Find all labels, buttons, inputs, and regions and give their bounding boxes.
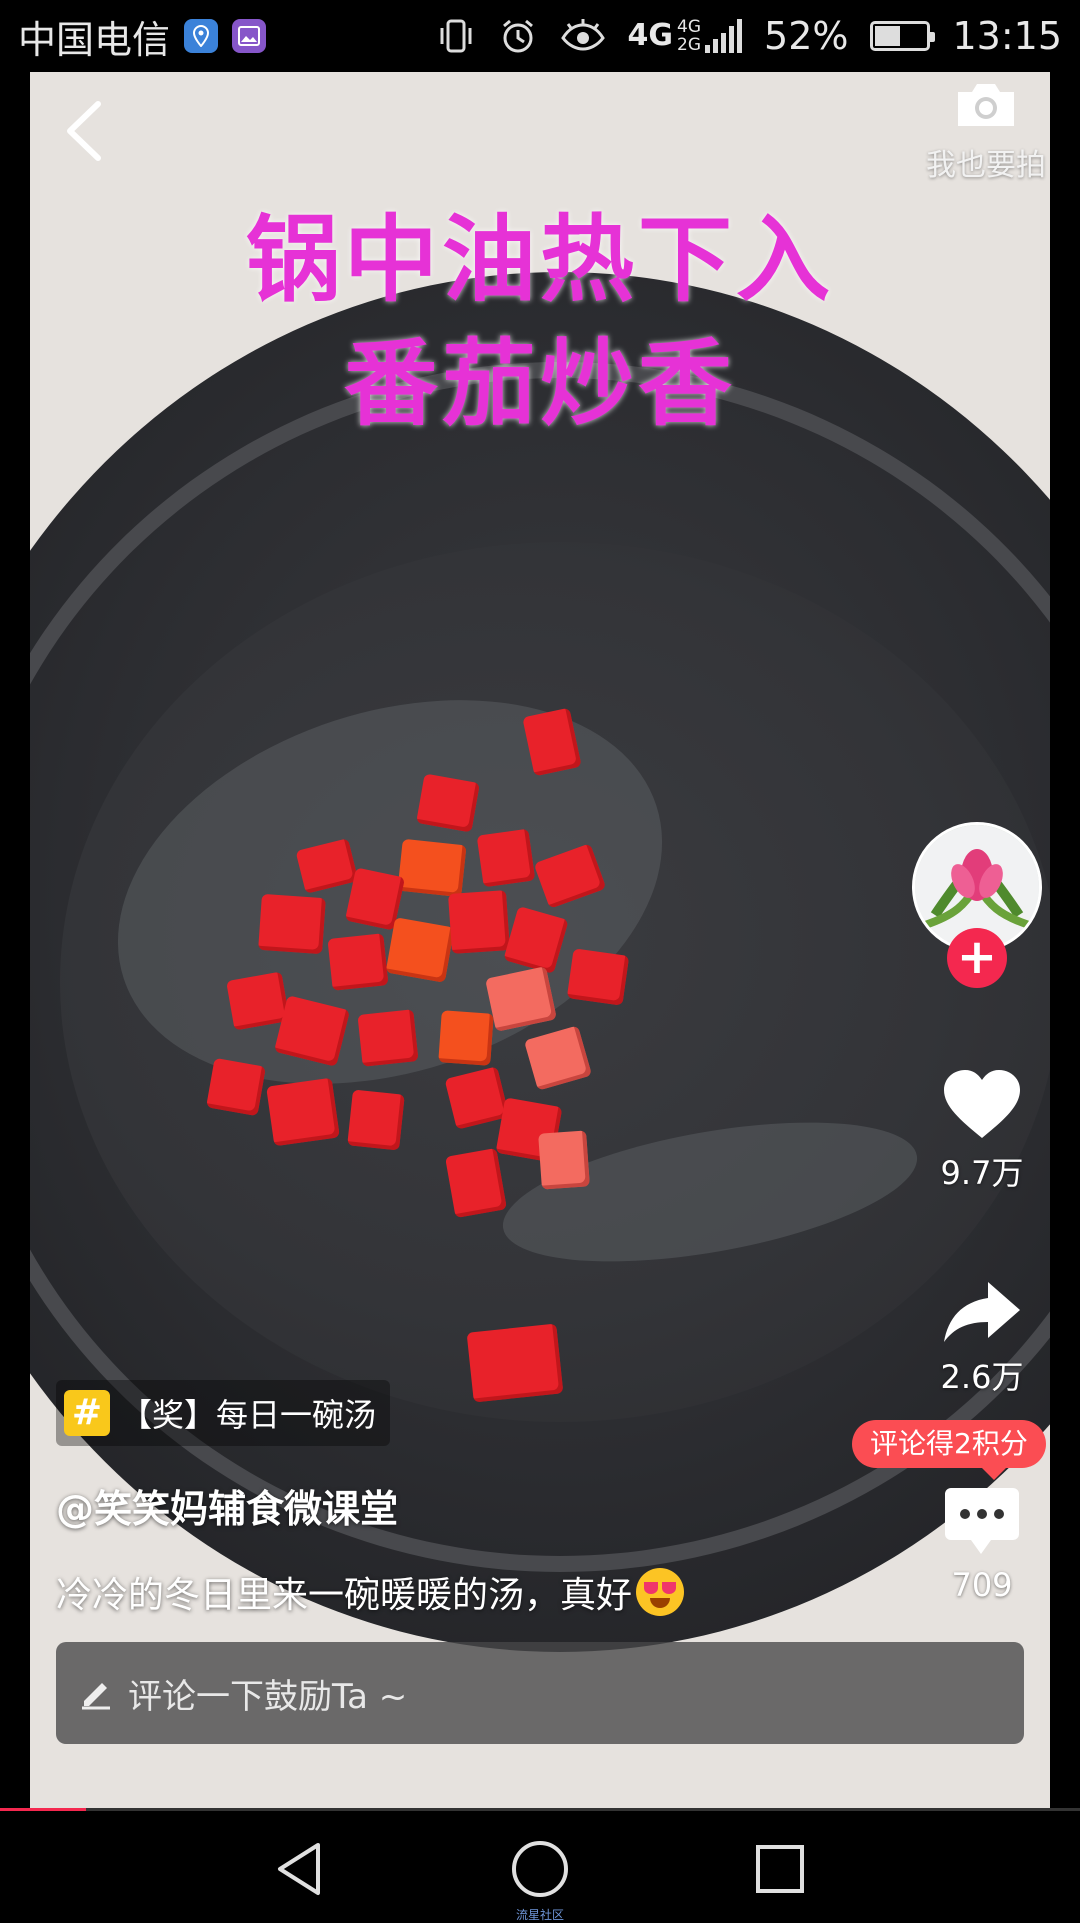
share-count: 2.6万 bbox=[940, 1358, 1024, 1396]
nav-back-icon[interactable] bbox=[270, 1839, 330, 1899]
comment-count: 709 bbox=[951, 1566, 1013, 1604]
follow-button[interactable]: + bbox=[947, 928, 1007, 988]
network-secondary: 4G 2G bbox=[677, 18, 701, 54]
nav-recents-icon[interactable] bbox=[750, 1839, 810, 1899]
share-arrow-icon bbox=[944, 1282, 1020, 1342]
nav-home-icon[interactable] bbox=[510, 1839, 570, 1899]
network-secondary-top: 4G bbox=[677, 17, 702, 37]
like-button[interactable]: 9.7万 bbox=[920, 1068, 1044, 1194]
alarm-icon bbox=[502, 19, 533, 53]
signal-bars bbox=[705, 19, 743, 53]
carrier-label: 中国电信 bbox=[18, 17, 171, 62]
topic-label: 【奖】每日一碗汤 bbox=[120, 1396, 377, 1434]
eye-icon bbox=[560, 19, 605, 51]
comment-placeholder: 评论一下鼓励Ta ~ bbox=[128, 1676, 408, 1717]
shoot-same-label: 我也要拍 bbox=[926, 148, 1046, 183]
author-name[interactable]: @笑笑妈辅食微课堂 bbox=[56, 1478, 398, 1533]
network-secondary-bottom: 2G bbox=[677, 35, 702, 55]
hashtag-icon: # bbox=[64, 1390, 110, 1436]
clock: 13:15 bbox=[952, 14, 1062, 58]
share-button[interactable]: 2.6万 bbox=[920, 1280, 1044, 1398]
heart-icon bbox=[944, 1070, 1020, 1138]
battery-icon bbox=[870, 21, 936, 51]
comment-input[interactable]: 评论一下鼓励Ta ~ bbox=[56, 1642, 1024, 1744]
comment-bubble-icon bbox=[945, 1488, 1019, 1554]
vibrate-icon bbox=[440, 19, 472, 53]
video-caption-line-2: 番茄炒香 bbox=[343, 330, 736, 439]
comment-button[interactable]: 709 bbox=[920, 1486, 1044, 1604]
camera-icon bbox=[958, 84, 1014, 126]
description-text: 冷冷的冬日里来一碗暖暖的汤，真好 bbox=[56, 1575, 633, 1616]
heart-eyes-emoji-icon bbox=[636, 1568, 685, 1616]
location-app-icon bbox=[184, 19, 219, 53]
video-caption-line-1: 锅中油热下入 bbox=[245, 206, 834, 315]
topic-tag[interactable]: # 【奖】每日一碗汤 bbox=[56, 1380, 391, 1446]
video-description: 冷冷的冬日里来一碗暖暖的汤，真好 bbox=[56, 1566, 685, 1618]
gallery-app-icon bbox=[232, 19, 267, 53]
network-type-label: 4G bbox=[627, 18, 674, 53]
battery-percent: 52% bbox=[764, 14, 849, 58]
status-bar: 中国电信 4G 4G 2G 52% 13:15 bbox=[0, 0, 1080, 72]
video-player[interactable]: 锅中油热下入 番茄炒香 bbox=[30, 72, 1050, 1810]
nav-caption: 流星社区 bbox=[515, 1908, 564, 1922]
like-count: 9.7万 bbox=[940, 1154, 1024, 1192]
system-nav-bar: 流星社区 bbox=[0, 1811, 1080, 1922]
chevron-left-icon[interactable] bbox=[56, 96, 116, 166]
comment-reward-tip: 评论得2积分 bbox=[852, 1420, 1046, 1480]
shoot-same-button[interactable]: 我也要拍 bbox=[916, 78, 1056, 184]
signal-icon: 4G 4G 2G bbox=[628, 18, 743, 54]
pencil-icon bbox=[82, 1683, 110, 1710]
